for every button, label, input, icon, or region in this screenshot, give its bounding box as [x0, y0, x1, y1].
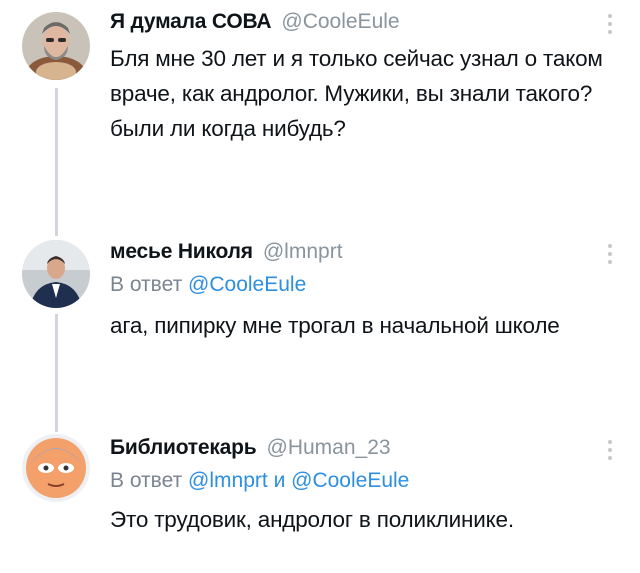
reply-prefix: В ответ: [110, 273, 183, 296]
reply-context: В ответ @CooleEule: [110, 270, 610, 300]
tweet-header: Библиотекарь @Human_23: [110, 434, 610, 462]
reply-prefix: В ответ: [110, 469, 183, 492]
author-name[interactable]: Библиотекарь: [110, 434, 257, 462]
more-vertical-icon[interactable]: [608, 244, 614, 264]
tweet-header: месье Николя @lmnprt: [110, 238, 610, 266]
tweet-text: Это трудовик, андролог в поликлинике.: [110, 507, 514, 532]
author-handle[interactable]: @lmnprt: [263, 238, 343, 266]
thread-line: [55, 314, 58, 432]
more-vertical-icon[interactable]: [608, 14, 614, 34]
mention-link[interactable]: @CooleEule: [291, 469, 409, 492]
reply-joiner: и: [273, 469, 286, 492]
tweet-header: Я думала СОВА @CooleEule: [110, 8, 610, 36]
avatar[interactable]: [22, 434, 90, 502]
avatar[interactable]: [22, 240, 90, 308]
author-name[interactable]: месье Николя: [110, 238, 253, 266]
author-name[interactable]: Я думала СОВА: [110, 8, 272, 36]
tweet-text: Бля мне 30 лет и я только сейчас узнал о…: [110, 46, 603, 141]
author-handle[interactable]: @CooleEule: [281, 8, 399, 36]
tweet-text: ага, пипирку мне трогал в начальной школ…: [110, 313, 560, 338]
thread-line: [55, 88, 58, 236]
more-vertical-icon[interactable]: [608, 440, 614, 460]
mention-link[interactable]: @lmnprt: [188, 469, 268, 492]
mention-link[interactable]: @CooleEule: [188, 273, 306, 296]
avatar[interactable]: [22, 12, 90, 80]
reply-context: В ответ @lmnprt и @CooleEule: [110, 466, 610, 496]
author-handle[interactable]: @Human_23: [267, 434, 391, 462]
